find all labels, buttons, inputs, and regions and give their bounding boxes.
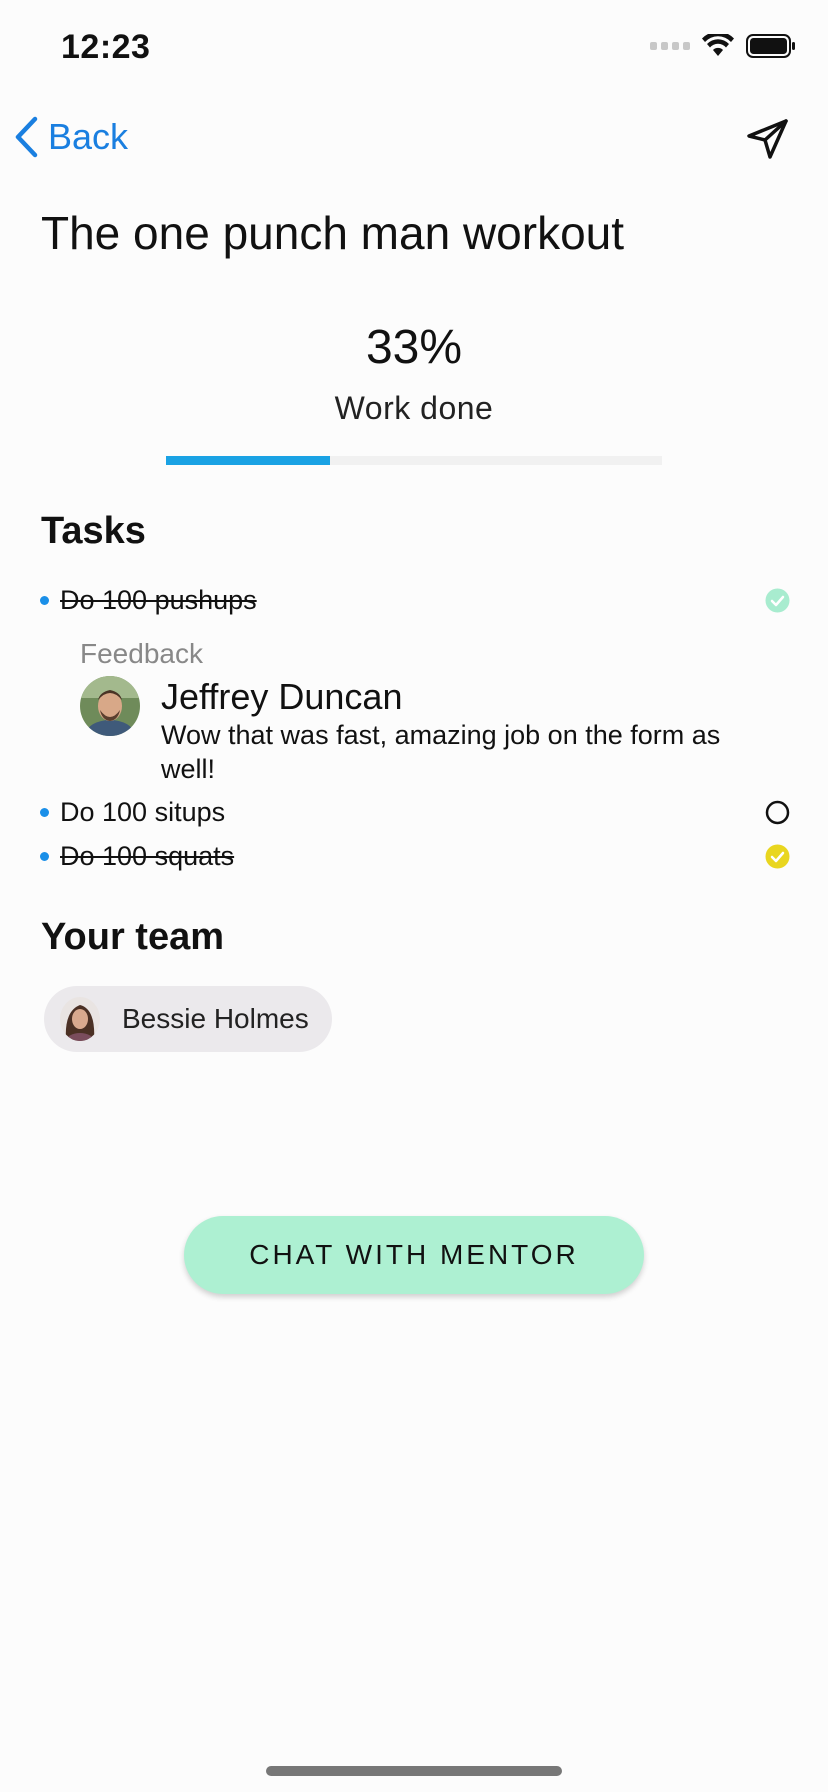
battery-icon [746, 34, 795, 58]
wifi-icon [702, 34, 734, 56]
task-label: Do 100 squats [60, 840, 235, 871]
empty-circle-icon[interactable] [765, 800, 790, 825]
task-label: Do 100 situps [60, 796, 226, 827]
bullet-icon [40, 595, 49, 605]
bullet-icon [40, 851, 49, 861]
page-title: The one punch man workout [41, 207, 625, 259]
status-icons [650, 34, 796, 58]
share-button[interactable] [746, 118, 790, 165]
status-time: 12:23 [61, 28, 151, 66]
progress-percent: 33% [365, 321, 463, 374]
bullet-icon [40, 807, 49, 817]
team-member-chip[interactable]: Bessie Holmes [44, 986, 332, 1052]
task-label: Do 100 pushups [60, 584, 257, 615]
workout-detail-screen: 12:23 Back The one punch man workout 33%… [0, 0, 828, 1792]
check-circle-icon[interactable] [765, 588, 790, 613]
progress-bar-fill [166, 456, 330, 465]
team-heading: Your team [41, 916, 225, 958]
team-member-avatar [60, 997, 100, 1041]
back-button[interactable]: Back [14, 116, 128, 158]
team-member-name: Bessie Holmes [122, 1003, 309, 1034]
back-label: Back [48, 116, 129, 157]
progress-bar [166, 456, 662, 465]
chevron-left-icon [15, 116, 38, 158]
feedback-author: Jeffrey Duncan [161, 676, 403, 717]
home-indicator [266, 1766, 562, 1776]
tasks-heading: Tasks [41, 510, 146, 552]
check-circle-icon[interactable] [765, 844, 790, 869]
task-item[interactable]: Do 100 situps [40, 792, 790, 832]
task-item[interactable]: Do 100 squats [40, 836, 790, 876]
feedback-text: Wow that was fast, amazing job on the fo… [161, 720, 721, 784]
chat-button-label: CHAT WITH MENTOR [249, 1239, 579, 1270]
status-bar: 12:23 [0, 0, 828, 100]
cellular-signal-icon [650, 42, 690, 50]
task-item[interactable]: Do 100 pushups [40, 580, 790, 620]
chat-with-mentor-button[interactable]: CHAT WITH MENTOR [184, 1216, 644, 1294]
send-icon [747, 119, 788, 159]
mentor-avatar [80, 676, 140, 736]
progress-label: Work done [334, 390, 494, 426]
feedback-heading: Feedback [80, 638, 203, 669]
